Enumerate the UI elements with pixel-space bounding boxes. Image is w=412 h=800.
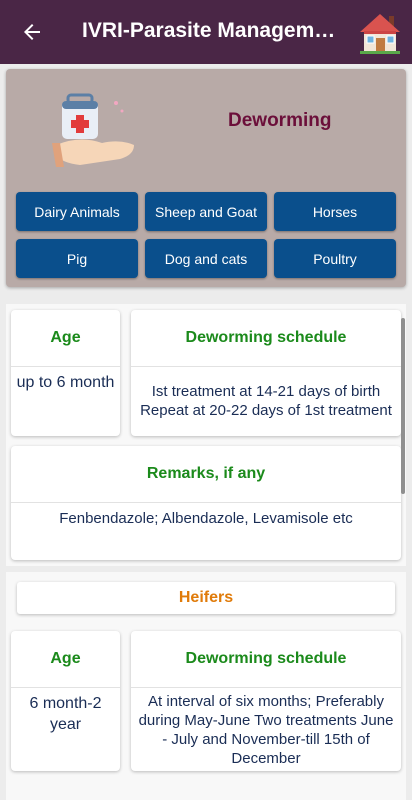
- schedule-cell: Deworming schedule Ist treatment at 14-2…: [131, 310, 401, 436]
- schedule-header: Deworming schedule: [185, 329, 347, 346]
- page-title: IVRI-Parasite Management: [82, 19, 342, 42]
- remarks-cell: Remarks, if any Fenbendazole; Albendazol…: [11, 446, 401, 560]
- schedule-header: Deworming schedule: [185, 650, 347, 667]
- arrow-left-icon[interactable]: [20, 20, 44, 44]
- app-bar: IVRI-Parasite Management: [0, 0, 412, 64]
- schedule-list[interactable]: Age up to 6 month Deworming schedule Ist…: [0, 298, 412, 800]
- house-icon[interactable]: [358, 12, 402, 54]
- age-cell: Age up to 6 month: [11, 310, 120, 436]
- age-value: 6 month-2 year: [29, 695, 102, 733]
- hero-title: Deworming: [228, 110, 332, 131]
- poultry-button[interactable]: Poultry: [274, 239, 396, 278]
- pig-button[interactable]: Pig: [16, 239, 138, 278]
- deworming-header-card: Deworming Dairy Animals Sheep and Goat H…: [6, 69, 406, 287]
- scrollbar[interactable]: [401, 318, 405, 494]
- dairy-animals-button[interactable]: Dairy Animals: [16, 192, 138, 231]
- horses-button[interactable]: Horses: [274, 192, 396, 231]
- divider: [11, 502, 401, 503]
- medical-kit-in-hand-icon: [52, 93, 134, 167]
- divider: [11, 687, 120, 688]
- age-value: up to 6 month: [16, 374, 115, 391]
- age-cell: Age 6 month-2 year: [11, 631, 120, 771]
- divider: [11, 366, 120, 367]
- schedule-cell: Deworming schedule At interval of six mo…: [131, 631, 401, 771]
- remarks-header: Remarks, if any: [146, 465, 266, 482]
- age-header: Age: [50, 329, 81, 346]
- dog-and-cats-button[interactable]: Dog and cats: [145, 239, 267, 278]
- age-header: Age: [50, 650, 81, 667]
- heifers-title: Heifers: [17, 582, 395, 614]
- schedule-value: Ist treatment at 14-21 days of birth Rep…: [140, 383, 392, 419]
- schedule-value: At interval of six months; Preferably du…: [138, 693, 394, 766]
- remarks-value: Fenbendazole; Albendazole, Levamisole et…: [59, 510, 353, 527]
- divider: [131, 366, 401, 367]
- divider: [131, 687, 401, 688]
- sheep-and-goat-button[interactable]: Sheep and Goat: [145, 192, 267, 231]
